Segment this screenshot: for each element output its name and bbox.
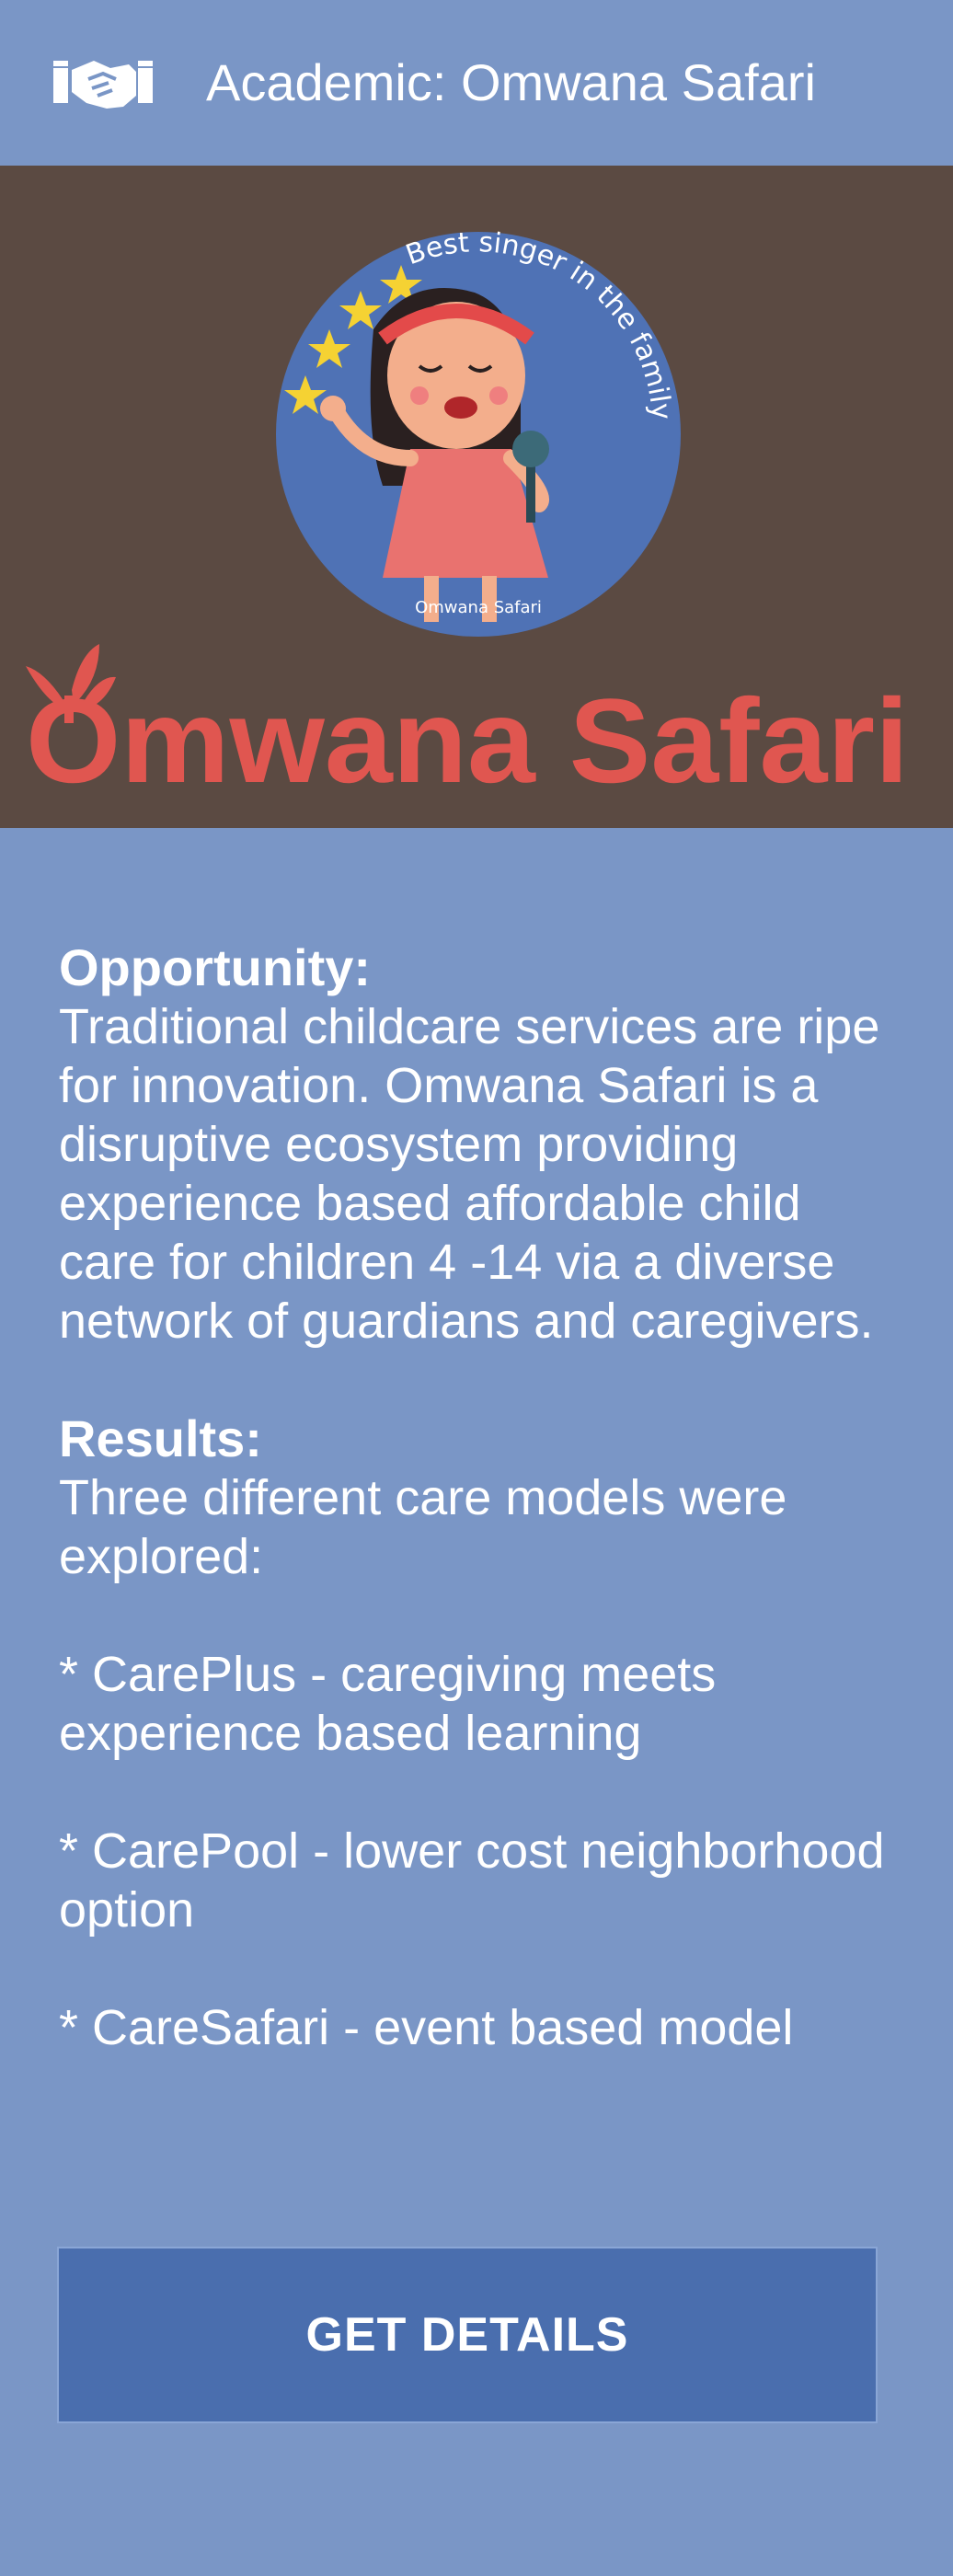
get-details-button[interactable]: GET DETAILS [57, 2247, 878, 2423]
brand-logo: Omwana Safari [26, 644, 909, 791]
brand-name: Omwana Safari [26, 673, 909, 791]
results-item-carepool: * CarePool - lower cost neighborhood opt… [59, 1823, 885, 1938]
singer-badge-illustration: Best singer in the family Omwana Safari [276, 228, 681, 637]
content-section: Opportunity: Traditional childcare servi… [59, 938, 905, 2057]
handshake-icon [53, 61, 153, 109]
header-bar: Academic: Omwana Safari [0, 0, 953, 166]
opportunity-text: Traditional childcare services are ripe … [59, 999, 880, 1349]
results-item-careplus: * CarePlus - caregiving meets experience… [59, 1647, 717, 1761]
badge-label: Omwana Safari [415, 598, 542, 617]
opportunity-heading: Opportunity: [59, 938, 372, 996]
page: Academic: Omwana Safari Best singer in t… [0, 0, 953, 2576]
results-heading: Results: [59, 1409, 262, 1467]
page-title: Academic: Omwana Safari [206, 53, 816, 111]
hero-banner: Best singer in the family Omwana Safari … [0, 166, 953, 828]
results-intro: Three different care models were explore… [59, 1470, 787, 1584]
get-details-label: GET DETAILS [305, 2308, 629, 2362]
results-item-caresafari: * CareSafari - event based model [59, 2000, 794, 2055]
